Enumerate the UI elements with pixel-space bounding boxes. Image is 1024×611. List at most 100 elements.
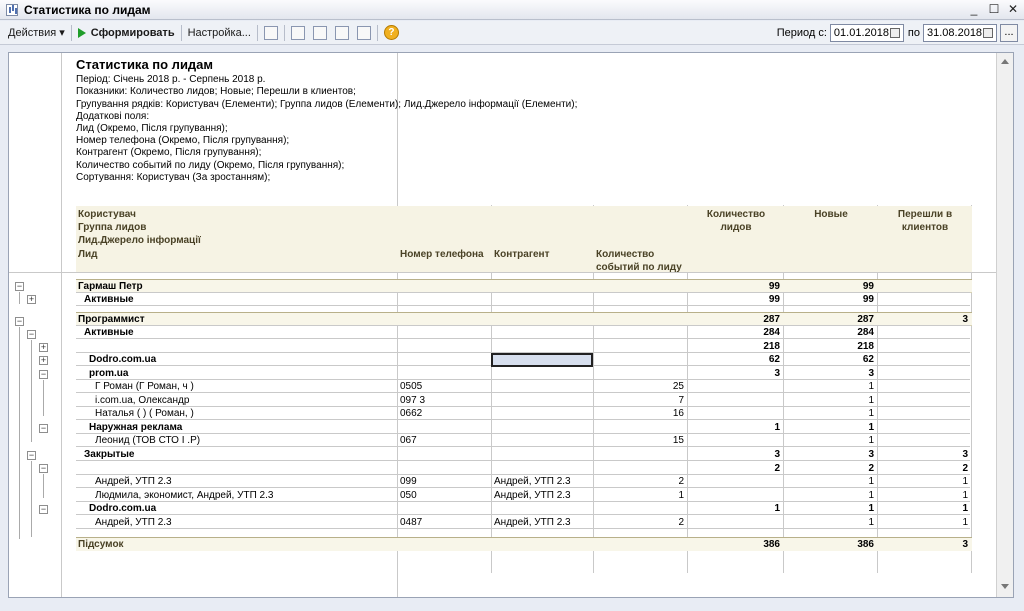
collapse-toggle[interactable]: − xyxy=(39,505,48,514)
row-new: 1 xyxy=(868,408,874,419)
report-info-line: Період: Січень 2018 р. - Серпень 2018 р. xyxy=(76,74,266,86)
settings-button[interactable]: Настройка... xyxy=(184,23,255,43)
header-events: Количество событий по лиду xyxy=(596,248,686,272)
title-bar: Статистика по лидам _ ☐ ✕ xyxy=(0,0,1024,20)
row-new: 284 xyxy=(857,327,874,338)
row-leads-count: 62 xyxy=(768,354,780,365)
calendar-icon[interactable] xyxy=(983,28,993,38)
collapse-toggle[interactable]: − xyxy=(39,370,48,379)
row-new: 3 xyxy=(868,368,874,379)
row-converted: 2 xyxy=(962,463,968,474)
report-info-line: Показники: Количество лидов; Новые; Пере… xyxy=(76,86,356,98)
filter-icon[interactable] xyxy=(290,25,305,40)
calendar-icon[interactable] xyxy=(889,28,900,38)
row-converted: 1 xyxy=(962,517,968,528)
row-label: Dodro.com.ua xyxy=(89,503,157,514)
row-new: 287 xyxy=(857,314,874,325)
row-new: 2 xyxy=(868,463,874,474)
row-converted: 1 xyxy=(962,490,968,501)
collapse-toggle[interactable]: − xyxy=(15,282,24,291)
column-divider xyxy=(61,53,62,597)
vertical-scrollbar[interactable] xyxy=(996,53,1013,597)
report-info-line: Контрагент (Окремо, Після групування); xyxy=(76,147,262,159)
row-label: Людмила, экономист, Андрей, УТП 2.3 xyxy=(95,490,274,501)
report-spreadsheet[interactable]: Статистика по лидам Період: Січень 2018 … xyxy=(8,52,1014,598)
row-leads-count: 99 xyxy=(768,281,780,292)
row-events: 2 xyxy=(678,476,684,487)
actions-menu[interactable]: Действия ▾ xyxy=(4,23,69,43)
period-selector: Период с: 01.01.2018 по 31.08.2018 ... xyxy=(777,21,1024,45)
row-label: Андрей, УТП 2.3 xyxy=(95,517,172,528)
row-counterparty: Андрей, УТП 2.3 xyxy=(494,490,571,501)
row-phone: 097 3 xyxy=(400,395,426,406)
row-events: 2 xyxy=(678,517,684,528)
generate-button[interactable]: Сформировать xyxy=(74,23,179,43)
export-icon[interactable] xyxy=(334,25,349,40)
row-new: 99 xyxy=(862,281,874,292)
row-leads-count: 1 xyxy=(774,422,780,433)
row-new: 1 xyxy=(868,490,874,501)
total-new: 386 xyxy=(857,539,874,550)
date-from-field[interactable]: 01.01.2018 xyxy=(829,24,904,42)
scroll-up-icon[interactable] xyxy=(1001,59,1009,64)
row-events: 16 xyxy=(672,408,684,419)
row-phone: 0487 xyxy=(400,517,423,528)
row-label: Леонид (ТОВ СТО I .Р) xyxy=(95,435,201,446)
report-info-line: Номер телефона (Окремо, Після групування… xyxy=(76,135,290,147)
row-label: Наружная реклама xyxy=(89,422,183,433)
row-events: 25 xyxy=(672,381,684,392)
selected-cell[interactable] xyxy=(491,353,593,367)
period-to-label: по xyxy=(907,27,920,39)
collapse-toggle[interactable]: − xyxy=(39,464,48,473)
date-from-value: 01.01.2018 xyxy=(833,27,889,39)
minimize-icon[interactable]: _ xyxy=(966,2,982,17)
row-label: Активные xyxy=(84,294,134,305)
report-icon[interactable] xyxy=(263,25,278,40)
tree-line xyxy=(31,340,32,442)
row-divider xyxy=(9,272,996,273)
collapse-toggle[interactable]: − xyxy=(15,317,24,326)
row-new: 1 xyxy=(868,517,874,528)
collapse-toggle[interactable]: − xyxy=(27,330,36,339)
help-icon[interactable]: ? xyxy=(383,25,399,40)
row-new: 62 xyxy=(862,354,874,365)
tree-line xyxy=(31,461,32,537)
date-to-field[interactable]: 31.08.2018 xyxy=(923,24,997,42)
report-info-line: Сортування: Користувач (За зростанням); xyxy=(76,171,271,183)
row-new: 1 xyxy=(868,503,874,514)
close-icon[interactable]: ✕ xyxy=(1005,2,1021,17)
report-info-line: Додаткові поля: xyxy=(76,110,150,122)
play-icon xyxy=(77,27,86,38)
import-icon[interactable] xyxy=(356,25,371,40)
header-new: Новые xyxy=(786,208,876,221)
row-phone: 067 xyxy=(400,435,417,446)
header-group: Группа лидов xyxy=(78,221,396,234)
table-view-icon[interactable] xyxy=(312,25,327,40)
header-user: Користувач xyxy=(78,208,396,221)
row-phone: 050 xyxy=(400,490,417,501)
tree-line xyxy=(43,380,44,416)
expand-toggle[interactable]: + xyxy=(27,295,36,304)
toolbar-separator xyxy=(283,24,285,41)
row-phone: 0505 xyxy=(400,381,423,392)
collapse-toggle[interactable]: − xyxy=(27,451,36,460)
period-select-button[interactable]: ... xyxy=(1000,24,1018,42)
scroll-down-icon[interactable] xyxy=(1001,584,1009,589)
toolbar-separator xyxy=(256,24,258,41)
collapse-toggle[interactable]: − xyxy=(39,424,48,433)
row-leads-count: 3 xyxy=(774,368,780,379)
header-lead: Лид xyxy=(78,248,396,261)
row-leads-count: 1 xyxy=(774,503,780,514)
tree-line xyxy=(19,327,20,539)
row-leads-count: 3 xyxy=(774,449,780,460)
report-info-line: Лид (Окремо, Після групування); xyxy=(76,123,228,135)
row-events: 15 xyxy=(672,435,684,446)
row-label: Андрей, УТП 2.3 xyxy=(95,476,172,487)
maximize-icon[interactable]: ☐ xyxy=(986,2,1002,17)
toolbar: Действия ▾ Сформировать Настройка... ? П… xyxy=(0,21,1024,45)
row-label: Dodro.com.ua xyxy=(89,354,157,365)
row-phone: 0662 xyxy=(400,408,423,419)
date-to-value: 31.08.2018 xyxy=(927,27,983,39)
expand-toggle[interactable]: + xyxy=(39,356,48,365)
expand-toggle[interactable]: + xyxy=(39,343,48,352)
